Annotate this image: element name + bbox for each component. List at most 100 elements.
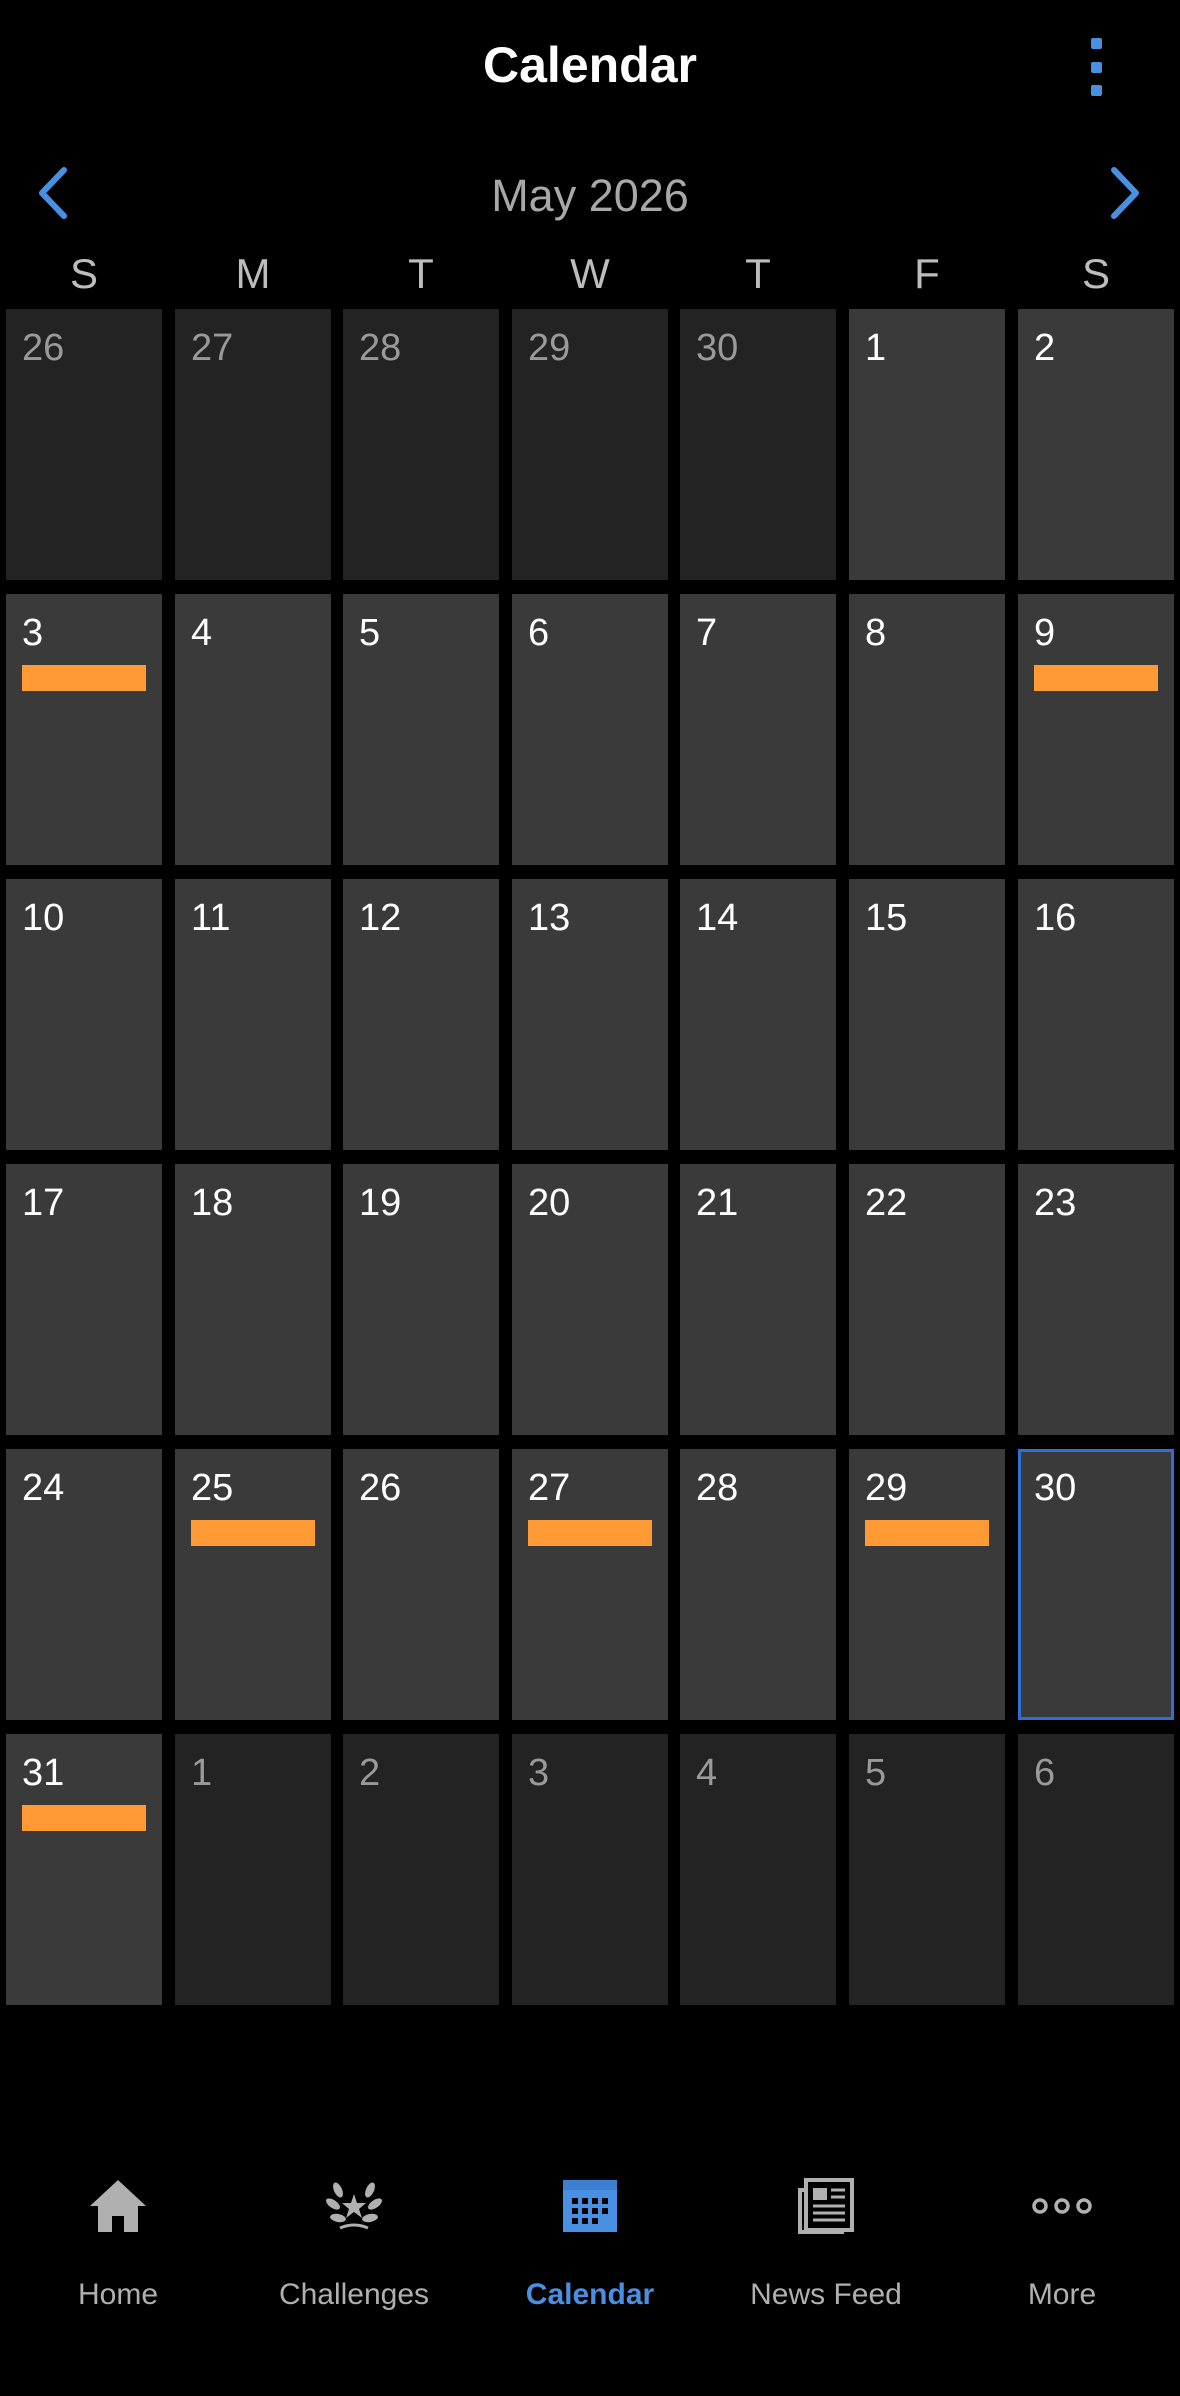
calendar-day-cell[interactable]: 20 [512, 1164, 668, 1435]
weekday-label: S [1081, 250, 1110, 297]
tab-news-feed[interactable]: News Feed [708, 2176, 944, 2326]
calendar-day-cell[interactable]: 25 [175, 1449, 331, 1720]
day-number: 19 [359, 1182, 402, 1224]
calendar-day-cell[interactable]: 7 [680, 594, 836, 865]
day-number: 2 [359, 1752, 381, 1794]
day-number: 30 [696, 327, 739, 369]
tab-label: Home [77, 2278, 159, 2311]
tab-label: Calendar [525, 2278, 655, 2311]
day-number: 18 [191, 1182, 234, 1224]
event-indicator[interactable] [191, 1520, 315, 1546]
event-indicator[interactable] [1034, 665, 1158, 691]
calendar-day-cell[interactable]: 3 [6, 594, 162, 865]
tab-label: Challenges [278, 2278, 430, 2311]
calendar-day-cell[interactable]: 13 [512, 879, 668, 1150]
tab-more[interactable]: More [944, 2176, 1180, 2326]
tab-calendar[interactable]: Calendar [472, 2176, 708, 2326]
page-title: Calendar [483, 37, 697, 93]
home-icon [90, 2180, 146, 2232]
more-dots-icon [1032, 2198, 1092, 2214]
day-number: 27 [528, 1467, 571, 1509]
calendar-day-cell[interactable]: 2 [343, 1734, 499, 2005]
day-number: 16 [1034, 897, 1077, 939]
day-number: 1 [865, 327, 887, 369]
weekday-label: W [570, 250, 610, 297]
calendar-day-cell[interactable]: 1 [175, 1734, 331, 2005]
calendar-day-cell[interactable]: 18 [175, 1164, 331, 1435]
event-indicator[interactable] [22, 1805, 146, 1831]
calendar-day-cell[interactable]: 12 [343, 879, 499, 1150]
calendar-day-cell[interactable]: 16 [1018, 879, 1174, 1150]
day-number: 28 [359, 327, 402, 369]
calendar-day-cell[interactable]: 28 [680, 1449, 836, 1720]
day-number: 22 [865, 1182, 908, 1224]
weekday-label: M [235, 250, 271, 297]
calendar-day-cell[interactable]: 27 [512, 1449, 668, 1720]
day-number: 23 [1034, 1182, 1077, 1224]
newspaper-icon [798, 2178, 854, 2234]
calendar-day-cell[interactable]: 29 [512, 309, 668, 580]
day-number: 13 [528, 897, 571, 939]
calendar-day-cell[interactable]: 4 [680, 1734, 836, 2005]
calendar-day-cell[interactable]: 6 [512, 594, 668, 865]
calendar-day-cell[interactable]: 26 [343, 1449, 499, 1720]
event-indicator[interactable] [528, 1520, 652, 1546]
calendar-day-cell[interactable]: 10 [6, 879, 162, 1150]
calendar-day-cell[interactable]: 22 [849, 1164, 1005, 1435]
event-indicator[interactable] [22, 665, 146, 691]
calendar-day-cell[interactable]: 5 [849, 1734, 1005, 2005]
day-number: 28 [696, 1467, 739, 1509]
event-indicator[interactable] [865, 1520, 989, 1546]
day-number: 12 [359, 897, 402, 939]
day-number: 4 [696, 1752, 718, 1794]
calendar-day-cell[interactable]: 4 [175, 594, 331, 865]
calendar-day-cell[interactable]: 11 [175, 879, 331, 1150]
tab-label: News Feed [750, 2278, 902, 2311]
day-number: 5 [865, 1752, 887, 1794]
laurel-icon [326, 2182, 382, 2230]
calendar-day-cell[interactable]: 29 [849, 1449, 1005, 1720]
chevron-right-icon [1111, 167, 1139, 219]
day-number: 11 [191, 897, 231, 939]
calendar-day-cell[interactable]: 31 [6, 1734, 162, 2005]
calendar-day-cell[interactable]: 17 [6, 1164, 162, 1435]
calendar-day-cell-today[interactable]: 30 [1018, 1449, 1174, 1720]
day-number: 17 [22, 1182, 65, 1224]
tab-challenges[interactable]: Challenges [236, 2176, 472, 2326]
day-number: 14 [696, 897, 739, 939]
month-label: May 2026 [491, 170, 689, 221]
day-number: 29 [528, 327, 571, 369]
day-number: 2 [1034, 327, 1056, 369]
calendar-day-cell[interactable]: 19 [343, 1164, 499, 1435]
day-number: 31 [22, 1752, 65, 1794]
calendar-day-cell[interactable]: 2 [1018, 309, 1174, 580]
calendar-day-cell[interactable]: 6 [1018, 1734, 1174, 2005]
calendar-day-cell[interactable]: 24 [6, 1449, 162, 1720]
month-navigation: May 2026 [0, 150, 1180, 236]
tab-home[interactable]: Home [0, 2176, 236, 2326]
calendar-day-cell[interactable]: 3 [512, 1734, 668, 2005]
calendar-day-cell[interactable]: 30 [680, 309, 836, 580]
calendar-icon [563, 2180, 617, 2232]
next-month-button[interactable] [1090, 160, 1156, 226]
calendar-day-cell[interactable]: 26 [6, 309, 162, 580]
weekday-label: F [914, 250, 940, 297]
day-number: 10 [22, 897, 65, 939]
day-number: 30 [1034, 1467, 1077, 1509]
calendar-day-cell[interactable]: 27 [175, 309, 331, 580]
day-number: 26 [359, 1467, 402, 1509]
calendar-day-cell[interactable]: 28 [343, 309, 499, 580]
more-options-icon[interactable] [1078, 38, 1114, 96]
calendar-day-cell[interactable]: 21 [680, 1164, 836, 1435]
calendar-day-cell[interactable]: 23 [1018, 1164, 1174, 1435]
calendar-day-cell[interactable]: 9 [1018, 594, 1174, 865]
calendar-day-cell[interactable]: 8 [849, 594, 1005, 865]
calendar-day-cell[interactable]: 5 [343, 594, 499, 865]
day-number: 7 [696, 612, 718, 654]
day-number: 20 [528, 1182, 571, 1224]
weekday-label: T [408, 250, 434, 297]
calendar-day-cell[interactable]: 1 [849, 309, 1005, 580]
calendar-day-cell[interactable]: 14 [680, 879, 836, 1150]
calendar-day-cell[interactable]: 15 [849, 879, 1005, 1150]
tab-label: More [1027, 2278, 1097, 2311]
